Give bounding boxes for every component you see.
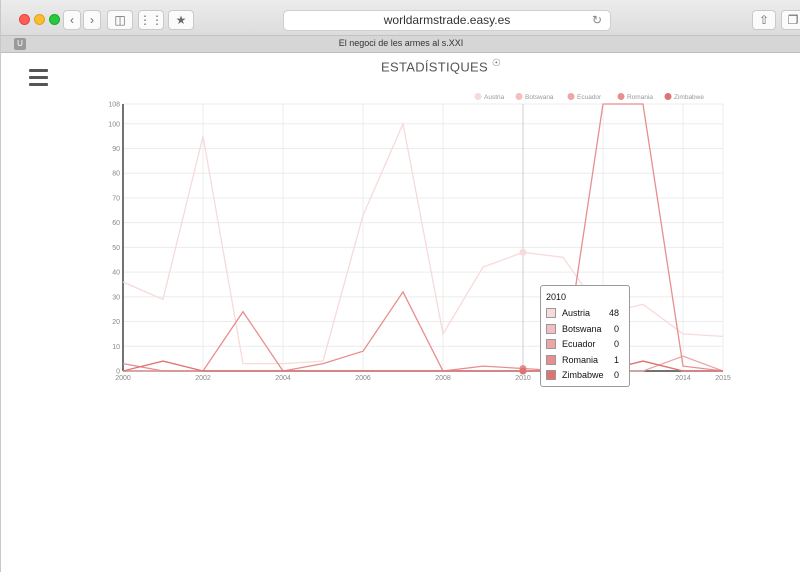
y-tick-label: 80 xyxy=(112,171,120,178)
y-tick-label: 20 xyxy=(112,319,120,326)
tooltip-series-value: 1 xyxy=(613,354,619,365)
tooltip-series-value: 0 xyxy=(613,339,619,349)
x-tick-label: 2006 xyxy=(355,375,371,382)
chart-tooltip: 2010 Austria 48 Botswana 0 Ecuador 0 Romania 1 Z… xyxy=(540,285,630,387)
legend-label-zimbabwe: Zimbabwe xyxy=(674,94,704,101)
tooltip-series-name: Ecuador xyxy=(562,339,596,349)
y-tick-label: 70 xyxy=(112,195,120,202)
legend-label-ecuador: Ecuador xyxy=(577,94,602,101)
x-tick-label: 2010 xyxy=(515,375,531,382)
data-point-austria xyxy=(519,248,527,256)
line-chart: 01020304050607080901001082000 2002 2004 200… xyxy=(108,93,731,382)
x-tick-label: 2002 xyxy=(195,375,211,382)
tooltip-series-name: Austria xyxy=(562,308,591,318)
legend-swatch-austria xyxy=(474,93,482,100)
y-tick-label: 60 xyxy=(112,220,120,227)
y-tick-label: 10 xyxy=(112,344,120,351)
x-tick-label: 2014 xyxy=(675,375,691,382)
legend-swatch-ecuador xyxy=(567,93,575,100)
y-tick-label: 108 xyxy=(108,102,120,109)
tooltip-series-name: Zimbabwe xyxy=(562,370,604,380)
tooltip-year: 2010 xyxy=(546,292,567,302)
tooltip-row: Botswana 0 xyxy=(546,323,624,339)
series-line-botswana xyxy=(123,360,723,372)
legend-label-austria: Austria xyxy=(484,94,505,101)
x-tick-label: 2008 xyxy=(435,375,451,382)
y-tick-label: 30 xyxy=(112,294,120,301)
tooltip-swatch xyxy=(546,323,556,334)
y-tick-label: 50 xyxy=(112,245,120,252)
series-line-austria xyxy=(122,121,724,365)
tooltip-series-value: 0 xyxy=(613,323,619,334)
tooltip-swatch xyxy=(546,354,556,365)
y-tick-label: 90 xyxy=(112,146,120,153)
tooltip-swatch xyxy=(546,370,556,380)
legend-swatch-botswana xyxy=(515,93,523,100)
tooltip-series-name: Romania xyxy=(562,354,599,365)
x-tick-label: 2015 xyxy=(715,375,731,382)
legend-label-romania: Romania xyxy=(627,94,653,101)
x-tick-label: 2004 xyxy=(275,375,291,382)
y-tick-label: 40 xyxy=(112,270,120,277)
y-tick-label: 100 xyxy=(108,121,120,128)
legend-swatch-zimbabwe xyxy=(664,93,672,100)
tooltip-series-value: 0 xyxy=(613,370,619,380)
tooltip-row: Romania 1 xyxy=(546,354,624,370)
browser-window: ‹ › ◫ ⋮⋮ ★ worldarmstrade.easy.es ↻ ⇧ ❐ … xyxy=(0,0,800,572)
tooltip-swatch xyxy=(546,339,556,349)
series-line-romania xyxy=(122,103,724,372)
tooltip-series-value: 48 xyxy=(608,308,619,318)
series-line-zimbabwe xyxy=(122,360,723,372)
legend-label-botswana: Botswana xyxy=(525,94,554,101)
legend-swatch-romania xyxy=(617,93,625,100)
data-point-zimbabwe xyxy=(519,367,527,375)
tooltip-series-name: Botswana xyxy=(562,323,602,334)
x-tick-label: 2000 xyxy=(115,375,131,382)
tooltip-swatch xyxy=(546,308,556,318)
tooltip-row: Ecuador 0 xyxy=(546,338,624,354)
tooltip-row: Zimbabwe 0 xyxy=(546,369,624,385)
tooltip-row: Austria 48 xyxy=(546,307,624,323)
